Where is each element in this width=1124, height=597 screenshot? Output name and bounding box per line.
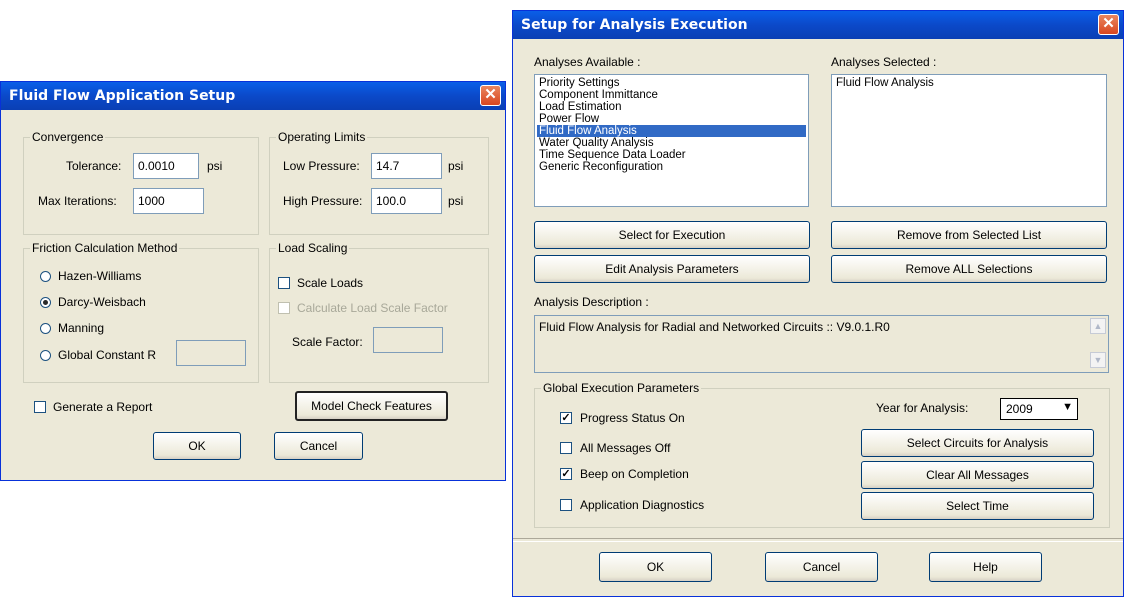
remove-all-selections-button[interactable]: Remove ALL Selections: [831, 255, 1107, 283]
max-iterations-input[interactable]: 1000: [133, 188, 204, 214]
all-messages-off-checkbox[interactable]: [560, 442, 572, 454]
global-constant-r-label: Global Constant R: [58, 348, 157, 362]
list-item[interactable]: Power Flow: [537, 113, 806, 125]
high-pressure-label: High Pressure:: [283, 194, 363, 208]
generate-report-checkbox[interactable]: [34, 401, 46, 413]
manning-radio[interactable]: [40, 323, 51, 334]
analyses-selected-list[interactable]: Fluid Flow Analysis: [831, 74, 1107, 207]
global-execution-group: Global Execution Parameters ✓ Progress S…: [534, 381, 1110, 528]
list-item-selected[interactable]: Fluid Flow Analysis: [537, 125, 806, 137]
hazen-williams-label: Hazen-Williams: [58, 269, 142, 283]
analysis-description-label: Analysis Description :: [534, 295, 649, 309]
high-pressure-unit: psi: [448, 194, 464, 208]
scale-loads-checkbox[interactable]: [278, 277, 290, 289]
bottom-divider: [513, 538, 1123, 542]
analysis-execution-dialog: Setup for Analysis Execution ✕ Analyses …: [512, 10, 1124, 597]
max-iterations-label: Max Iterations:: [38, 194, 117, 208]
list-item[interactable]: Load Estimation: [537, 101, 806, 113]
analysis-description-text: Fluid Flow Analysis for Radial and Netwo…: [539, 320, 890, 334]
ok-button[interactable]: OK: [153, 432, 241, 460]
cancel-button[interactable]: Cancel: [274, 432, 363, 460]
select-for-execution-button[interactable]: Select for Execution: [534, 221, 810, 249]
low-pressure-input[interactable]: 14.7: [371, 153, 442, 179]
tolerance-input[interactable]: 0.0010: [133, 153, 199, 179]
convergence-group: Convergence Tolerance: 0.0010 psi Max It…: [23, 130, 259, 235]
operating-limits-label: Operating Limits: [276, 130, 368, 144]
progress-status-label: Progress Status On: [580, 411, 685, 425]
year-select[interactable]: 2009 ▼: [1000, 398, 1078, 420]
dialog-title: Setup for Analysis Execution: [513, 11, 1123, 39]
global-execution-label: Global Execution Parameters: [541, 381, 702, 395]
progress-status-checkbox[interactable]: ✓: [560, 412, 572, 424]
list-item[interactable]: Water Quality Analysis: [537, 137, 806, 149]
global-constant-r-radio[interactable]: [40, 350, 51, 361]
dialog-title: Fluid Flow Application Setup: [1, 82, 505, 110]
tolerance-label: Tolerance:: [66, 159, 122, 173]
close-icon: ✕: [484, 86, 497, 103]
remove-from-selected-button[interactable]: Remove from Selected List: [831, 221, 1107, 249]
beep-on-completion-label: Beep on Completion: [580, 467, 689, 481]
generate-report-label: Generate a Report: [53, 400, 153, 414]
darcy-weisbach-radio[interactable]: [40, 297, 51, 308]
convergence-label: Convergence: [30, 130, 106, 144]
beep-on-completion-checkbox[interactable]: ✓: [560, 468, 572, 480]
list-item[interactable]: Priority Settings: [537, 77, 806, 89]
friction-method-label: Friction Calculation Method: [30, 241, 180, 255]
list-item[interactable]: Time Sequence Data Loader: [537, 149, 806, 161]
friction-method-group: Friction Calculation Method Hazen-Willia…: [23, 241, 259, 383]
ok-button[interactable]: OK: [599, 552, 712, 582]
list-item[interactable]: Component Immittance: [537, 89, 806, 101]
close-button[interactable]: ✕: [1098, 14, 1119, 35]
description-scrollbar[interactable]: ▲ ▼: [1090, 318, 1106, 370]
calculate-scale-factor-checkbox[interactable]: [278, 302, 290, 314]
scroll-up-icon[interactable]: ▲: [1090, 318, 1106, 334]
close-button[interactable]: ✕: [480, 85, 501, 106]
select-time-button[interactable]: Select Time: [861, 492, 1094, 520]
select-circuits-button[interactable]: Select Circuits for Analysis: [861, 429, 1094, 457]
help-button[interactable]: Help: [929, 552, 1042, 582]
chevron-down-icon[interactable]: ▼: [1062, 401, 1073, 413]
high-pressure-input[interactable]: 100.0: [371, 188, 442, 214]
cancel-button[interactable]: Cancel: [765, 552, 878, 582]
analyses-selected-label: Analyses Selected :: [831, 55, 937, 69]
scale-factor-input[interactable]: [373, 327, 443, 353]
darcy-weisbach-label: Darcy-Weisbach: [58, 295, 146, 309]
analyses-available-label: Analyses Available :: [534, 55, 641, 69]
list-item[interactable]: Fluid Flow Analysis: [834, 77, 1104, 89]
low-pressure-label: Low Pressure:: [283, 159, 360, 173]
list-item[interactable]: Generic Reconfiguration: [537, 161, 806, 173]
scroll-down-icon[interactable]: ▼: [1090, 352, 1106, 368]
global-constant-r-input[interactable]: [176, 340, 246, 366]
all-messages-off-label: All Messages Off: [580, 441, 671, 455]
manning-label: Manning: [58, 321, 105, 335]
model-check-features-button[interactable]: Model Check Features: [295, 391, 448, 421]
application-diagnostics-label: Application Diagnostics: [580, 498, 705, 512]
hazen-williams-radio[interactable]: [40, 271, 51, 282]
analyses-available-list[interactable]: Priority Settings Component Immittance L…: [534, 74, 809, 207]
tolerance-unit: psi: [207, 159, 223, 173]
clear-all-messages-button[interactable]: Clear All Messages: [861, 461, 1094, 489]
edit-analysis-parameters-button[interactable]: Edit Analysis Parameters: [534, 255, 810, 283]
analysis-description-box: Fluid Flow Analysis for Radial and Netwo…: [534, 315, 1109, 373]
calculate-scale-factor-label: Calculate Load Scale Factor: [297, 301, 448, 315]
load-scaling-label: Load Scaling: [276, 241, 350, 255]
scale-factor-label: Scale Factor:: [292, 335, 363, 349]
year-value: 2009: [1006, 402, 1033, 416]
fluid-flow-setup-dialog: Fluid Flow Application Setup ✕ Convergen…: [0, 81, 506, 481]
operating-limits-group: Operating Limits Low Pressure: 14.7 psi …: [269, 130, 489, 235]
low-pressure-unit: psi: [448, 159, 464, 173]
application-diagnostics-checkbox[interactable]: [560, 499, 572, 511]
close-icon: ✕: [1102, 15, 1115, 32]
scale-loads-label: Scale Loads: [297, 276, 364, 290]
year-label: Year for Analysis:: [876, 401, 969, 415]
load-scaling-group: Load Scaling Scale Loads Calculate Load …: [269, 241, 489, 383]
